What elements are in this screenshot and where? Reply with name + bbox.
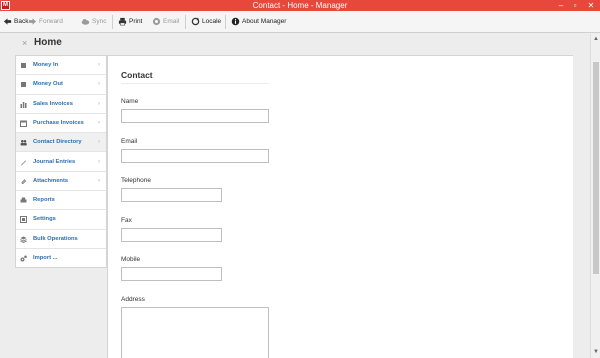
sidebar-item-label: Bulk Operations: [33, 235, 78, 242]
telephone-label: Telephone: [121, 177, 151, 184]
toolbar-divider: [225, 15, 226, 29]
sidebar-item-label: Import ...: [33, 255, 58, 261]
about-button[interactable]: About Manager: [231, 16, 286, 28]
address-field[interactable]: [121, 307, 269, 358]
chevron-right-icon: ›: [98, 177, 100, 184]
stack-icon: [20, 236, 27, 243]
sidebar-item-label: Sales Invoices: [33, 100, 73, 107]
gears-icon: [20, 255, 27, 262]
people-icon: [20, 140, 27, 146]
name-field[interactable]: [121, 109, 269, 123]
bar-chart-icon: [20, 101, 27, 108]
sidebar-item-label: Journal Entries: [33, 158, 76, 165]
chevron-right-icon: ›: [98, 119, 100, 126]
locale-button[interactable]: Locale: [191, 16, 221, 28]
minimize-button[interactable]: –: [554, 0, 568, 11]
cloud-icon: [81, 18, 90, 25]
chevron-right-icon: ›: [98, 100, 100, 107]
refresh-icon: [191, 17, 200, 26]
sidebar-item-sales-invoices[interactable]: Sales Invoices ›: [16, 95, 106, 114]
sidebar-item-contact-directory[interactable]: Contact Directory ›: [16, 133, 106, 153]
toolbar-divider: [185, 15, 186, 29]
print-button[interactable]: Print: [118, 16, 142, 28]
form-title: Contact: [121, 70, 153, 80]
printer-icon: [20, 197, 27, 203]
sidebar-item-label: Contact Directory: [33, 139, 82, 146]
pen-icon: [21, 160, 26, 165]
email-icon: [152, 17, 161, 25]
scrollbar-thumb[interactable]: [593, 62, 599, 274]
square-icon: [21, 63, 26, 68]
sidebar-item-bulk-operations[interactable]: Bulk Operations: [16, 230, 106, 249]
sidebar-item-label: Attachments: [33, 177, 69, 184]
sync-button[interactable]: Sync: [81, 16, 106, 28]
chevron-right-icon: ›: [98, 62, 100, 68]
title-divider: [121, 83, 269, 84]
back-button[interactable]: Back: [3, 16, 28, 28]
back-label: Back: [14, 18, 29, 25]
square-icon: [21, 82, 26, 88]
sidebar-item-label: Reports: [33, 197, 55, 204]
locale-label: Locale: [202, 18, 222, 25]
title-bar: M Contact - Home - Manager – ▫ ✕: [0, 0, 600, 11]
about-label: About Manager: [242, 18, 287, 25]
sidebar-item-reports[interactable]: Reports: [16, 191, 106, 211]
fax-label: Fax: [121, 217, 132, 224]
address-label: Address: [121, 296, 145, 303]
sidebar-item-settings[interactable]: Settings: [16, 210, 106, 230]
toolbar-divider: [112, 15, 113, 29]
chevron-right-icon: ›: [98, 139, 100, 146]
close-tab-icon[interactable]: ×: [22, 38, 27, 48]
toolbar: Back Forward Sync Print Email Locale Abo…: [0, 11, 600, 33]
sidebar: Money In › Money Out › Sales Invoices › …: [15, 55, 107, 268]
scroll-up-icon[interactable]: ▲: [591, 35, 600, 43]
sidebar-item-label: Money In: [33, 62, 59, 68]
email-button[interactable]: Email: [152, 16, 179, 28]
print-label: Print: [129, 18, 143, 25]
email-field[interactable]: [121, 149, 269, 163]
paperclip-icon: [21, 178, 27, 184]
forward-label: Forward: [39, 18, 63, 25]
settings-icon: [20, 216, 27, 224]
arrow-right-icon: [28, 18, 37, 25]
sidebar-item-import[interactable]: Import ...: [16, 249, 106, 268]
calendar-icon: [20, 120, 27, 127]
sidebar-item-label: Settings: [33, 216, 56, 223]
sidebar-item-attachments[interactable]: Attachments ›: [16, 172, 106, 192]
forward-button[interactable]: Forward: [28, 16, 63, 28]
arrow-left-icon: [3, 18, 12, 25]
maximize-button[interactable]: ▫: [568, 0, 582, 11]
window-title: Contact - Home - Manager: [252, 1, 348, 10]
sidebar-item-money-in[interactable]: Money In ›: [16, 56, 106, 76]
chevron-right-icon: ›: [98, 158, 100, 165]
sidebar-item-journal-entries[interactable]: Journal Entries ›: [16, 153, 106, 172]
fax-field[interactable]: [121, 228, 222, 242]
sidebar-item-label: Purchase Invoices: [33, 119, 84, 126]
page-header: × Home: [15, 34, 587, 55]
sync-label: Sync: [92, 18, 107, 25]
scrollbar[interactable]: ▲ ▼: [590, 34, 600, 358]
email-label: Email: [121, 138, 138, 145]
printer-icon: [118, 17, 127, 26]
mobile-field[interactable]: [121, 267, 222, 281]
chevron-right-icon: ›: [98, 81, 100, 88]
info-icon: [231, 17, 240, 26]
sidebar-item-money-out[interactable]: Money Out ›: [16, 75, 106, 95]
page-title: Home: [34, 37, 62, 48]
name-label: Name: [121, 98, 139, 105]
sidebar-item-purchase-invoices[interactable]: Purchase Invoices ›: [16, 114, 106, 134]
telephone-field[interactable]: [121, 188, 222, 202]
scroll-down-icon[interactable]: ▼: [591, 348, 600, 356]
close-window-button[interactable]: ✕: [582, 0, 600, 11]
email-label: Email: [163, 18, 180, 25]
mobile-label: Mobile: [121, 256, 141, 263]
sidebar-item-label: Money Out: [33, 81, 63, 88]
